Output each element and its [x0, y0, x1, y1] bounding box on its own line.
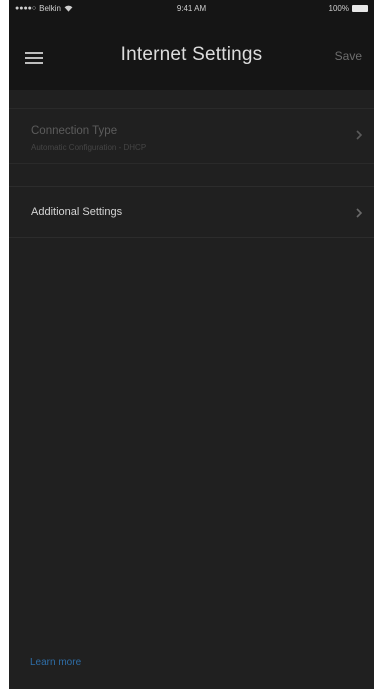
battery-percent: 100% [328, 4, 349, 13]
additional-settings-label: Additional Settings [31, 206, 123, 218]
page-title: Internet Settings [120, 44, 263, 65]
connection-type-label: Connection Type [31, 125, 118, 137]
chevron-right-icon [356, 130, 363, 140]
status-bar: ●●●●○ Belkin 9:41 AM 100% [9, 0, 374, 20]
status-time: 9:41 AM [176, 4, 207, 13]
battery-icon [352, 5, 368, 12]
screen: ●●●●○ Belkin 9:41 AM 100% Internet Setti… [9, 0, 374, 689]
header-bar: ●●●●○ Belkin 9:41 AM 100% Internet Setti… [9, 0, 374, 90]
save-button[interactable]: Save [335, 49, 362, 63]
connection-type-row[interactable]: Connection Type Automatic Configuration … [9, 108, 374, 164]
learn-more-link[interactable]: Learn more [30, 657, 81, 668]
status-right: 100% [329, 4, 368, 13]
additional-settings-row[interactable]: Additional Settings [9, 186, 374, 238]
chevron-right-icon [356, 208, 363, 218]
connection-type-value: Automatic Configuration - DHCP [31, 143, 147, 152]
